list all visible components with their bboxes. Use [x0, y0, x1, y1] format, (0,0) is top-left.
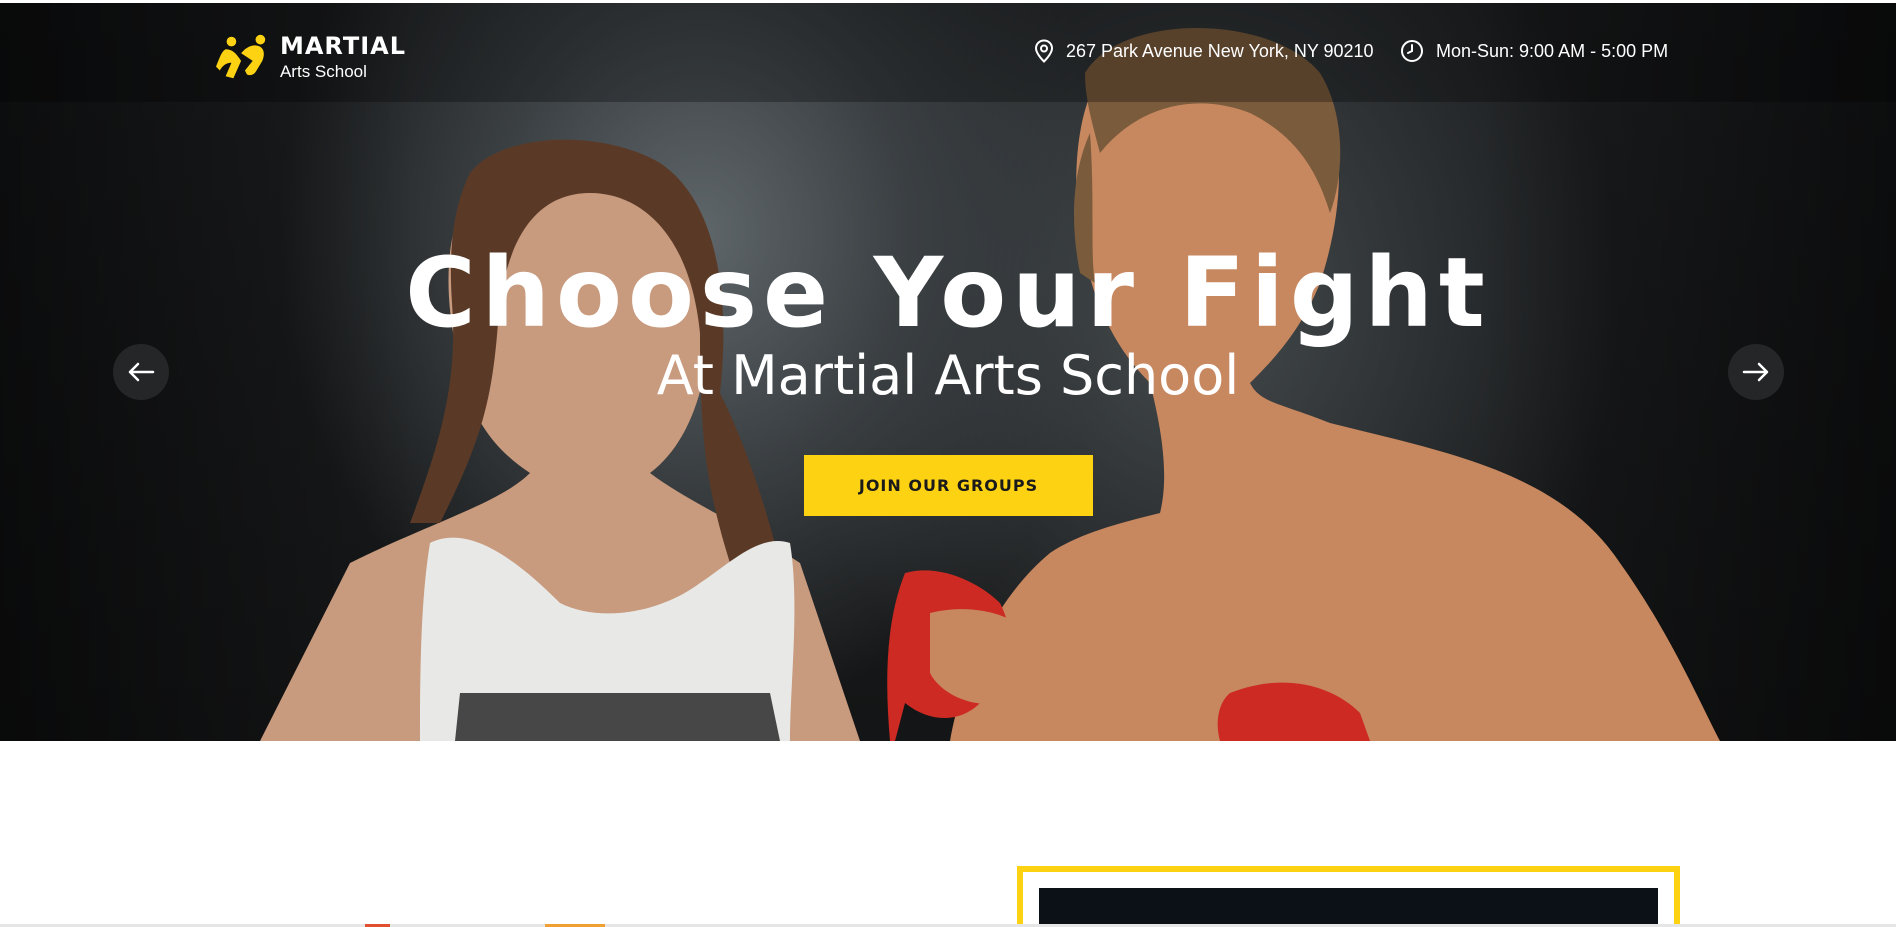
site-logo[interactable]: MARTIAL Arts School	[216, 29, 406, 85]
hours-text: Mon-Sun: 9:00 AM - 5:00 PM	[1436, 40, 1669, 61]
hero-slider: MARTIAL Arts School 267 Park Avenue New …	[0, 3, 1896, 741]
header-hours: Mon-Sun: 9:00 AM - 5:00 PM	[1400, 39, 1668, 63]
brand-tagline: Arts School	[279, 62, 367, 81]
featured-media-frame	[1017, 866, 1680, 927]
header-address: 267 Park Avenue New York, NY 90210	[1034, 39, 1374, 63]
hero-subheadline: At Martial Arts School	[656, 344, 1240, 407]
fighters-logo-icon	[216, 34, 266, 79]
map-pin-icon	[1034, 39, 1054, 63]
hero-headline: Choose Your Fight	[405, 237, 1491, 349]
join-groups-button[interactable]: JOIN OUR GROUPS	[804, 455, 1093, 516]
clock-icon	[1401, 40, 1423, 62]
woman-figure	[260, 139, 860, 741]
address-text: 267 Park Avenue New York, NY 90210	[1066, 40, 1374, 61]
featured-media[interactable]	[1039, 888, 1658, 927]
brand-name: MARTIAL	[279, 32, 406, 60]
